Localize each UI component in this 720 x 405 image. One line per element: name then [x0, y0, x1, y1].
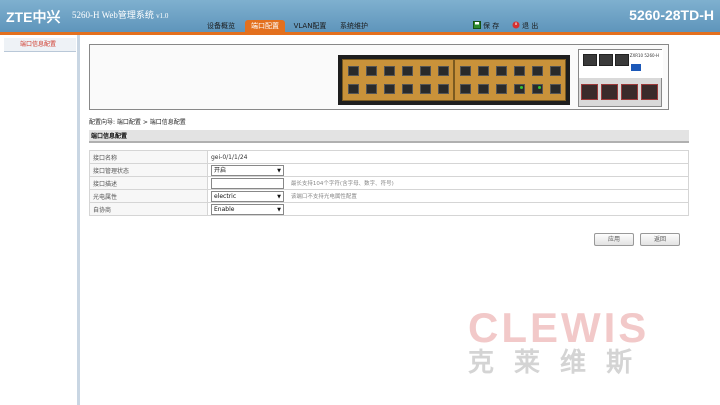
form-row-description: 接口描述 最长支持104个字符(含字母、数字、符号)	[89, 176, 689, 190]
section-title: 端口信息配置	[89, 130, 689, 143]
ethernet-port-13[interactable]	[460, 66, 471, 76]
mgmt-port-3	[615, 54, 629, 66]
panel-brand-label: ZXR10 5260-H	[629, 53, 659, 58]
ethernet-port-24[interactable]	[550, 84, 561, 94]
save-label: 保 存	[483, 22, 500, 30]
ethernet-port-4[interactable]	[402, 66, 413, 76]
chevron-down-icon: ▼	[277, 206, 281, 213]
breadcrumb: 配置向导: 端口配置 > 端口信息配置	[89, 119, 186, 126]
ethernet-port-18[interactable]	[550, 66, 561, 76]
sfp-port-3[interactable]	[621, 84, 638, 100]
media-type-hint: 该端口不支持光电属性配置	[290, 194, 357, 200]
form-row-media-type: 光电属性 electric ▼ 该端口不支持光电属性配置	[89, 189, 689, 203]
app-version: v1.0	[156, 12, 169, 20]
save-icon	[473, 21, 481, 31]
status-led-block	[631, 64, 641, 71]
media-type-label: 光电属性	[89, 189, 208, 203]
sidebar-item-port-info-config[interactable]: 端口信息配置	[4, 38, 76, 52]
ethernet-port-9[interactable]	[384, 84, 395, 94]
ethernet-port-10[interactable]	[402, 84, 413, 94]
logout-label: 退 出	[522, 22, 539, 30]
sfp-port-2[interactable]	[601, 84, 618, 100]
ethernet-port-2[interactable]	[366, 66, 377, 76]
admin-status-value: 开启	[214, 166, 227, 174]
ethernet-port-21[interactable]	[496, 84, 507, 94]
autoneg-select[interactable]: Enable ▼	[211, 203, 284, 215]
media-type-value: electric	[214, 192, 237, 200]
form-row-admin-status: 接口管理状态 开启 ▼	[89, 163, 689, 177]
mgmt-port-1	[583, 54, 597, 66]
ethernet-port-23[interactable]	[532, 84, 543, 94]
port-block-right	[454, 59, 566, 101]
logout-button[interactable]: 退 出	[512, 21, 538, 31]
ethernet-port-14[interactable]	[478, 66, 489, 76]
ethernet-port-22[interactable]	[514, 84, 525, 94]
ethernet-port-15[interactable]	[496, 66, 507, 76]
tab-device-overview[interactable]: 设备概览	[203, 20, 239, 32]
interface-name-value: gei-0/1/1/24	[207, 150, 689, 164]
ethernet-port-5[interactable]	[420, 66, 431, 76]
form-row-autoneg: 自协商 Enable ▼	[89, 202, 689, 216]
ethernet-port-8[interactable]	[366, 84, 377, 94]
app-title-text: 5260-H Web管理系统	[72, 10, 154, 20]
interface-name-label: 接口名称	[89, 150, 208, 164]
panel-port-section	[338, 55, 570, 105]
sfp-module: ZXR10 5260-H	[578, 49, 663, 107]
device-name: 5260-28TD-H	[629, 7, 714, 23]
logout-icon	[512, 21, 520, 31]
admin-status-label: 接口管理状态	[89, 163, 208, 177]
apply-button[interactable]: 应用	[594, 233, 634, 246]
app-title: 5260-H Web管理系统 v1.0	[72, 8, 168, 21]
ethernet-port-12[interactable]	[438, 84, 449, 94]
form-row-interface-name: 接口名称 gei-0/1/1/24	[89, 150, 689, 164]
save-button[interactable]: 保 存	[473, 21, 499, 31]
sfp-module-top: ZXR10 5260-H	[579, 50, 663, 78]
sfp-port-1[interactable]	[581, 84, 598, 100]
chevron-down-icon: ▼	[277, 167, 281, 174]
back-button[interactable]: 返回	[640, 233, 680, 246]
ethernet-port-7[interactable]	[348, 84, 359, 94]
ethernet-port-17[interactable]	[532, 66, 543, 76]
tab-port-config[interactable]: 端口配置	[245, 20, 285, 32]
sfp-port-4[interactable]	[641, 84, 658, 100]
sidebar: 端口信息配置	[0, 35, 80, 405]
tab-system-maintenance[interactable]: 系统维护	[336, 20, 372, 32]
watermark-en: CLEWIS	[468, 304, 650, 351]
tab-vlan-config[interactable]: VLAN配置	[290, 20, 330, 32]
ethernet-port-6[interactable]	[438, 66, 449, 76]
ethernet-port-11[interactable]	[420, 84, 431, 94]
autoneg-label: 自协商	[89, 202, 208, 216]
media-type-select[interactable]: electric ▼	[211, 190, 284, 202]
mgmt-port-2	[599, 54, 613, 66]
admin-status-select[interactable]: 开启 ▼	[211, 164, 284, 176]
ethernet-port-20[interactable]	[478, 84, 489, 94]
description-label: 接口描述	[89, 176, 208, 190]
app-header: ZTE中兴 5260-H Web管理系统 v1.0 设备概览 端口配置 VLAN…	[0, 0, 720, 32]
description-hint: 最长支持104个字符(含字母、数字、符号)	[290, 181, 394, 187]
ethernet-port-19[interactable]	[460, 84, 471, 94]
port-info-form: 接口名称 gei-0/1/1/24 接口管理状态 开启 ▼ 接口描述 最长支持1…	[89, 150, 689, 216]
watermark: CLEWIS 克莱维斯	[468, 304, 700, 379]
device-panel-diagram: ZXR10 5260-H	[89, 44, 669, 110]
description-input[interactable]	[211, 177, 284, 189]
ethernet-port-3[interactable]	[384, 66, 395, 76]
watermark-zh: 克莱维斯	[468, 348, 653, 378]
ethernet-port-1[interactable]	[348, 66, 359, 76]
ethernet-port-16[interactable]	[514, 66, 525, 76]
header-accent-line	[0, 32, 720, 35]
port-block-left	[342, 59, 454, 101]
zte-logo: ZTE中兴	[6, 9, 61, 25]
chevron-down-icon: ▼	[277, 193, 281, 200]
autoneg-value: Enable	[214, 205, 235, 213]
